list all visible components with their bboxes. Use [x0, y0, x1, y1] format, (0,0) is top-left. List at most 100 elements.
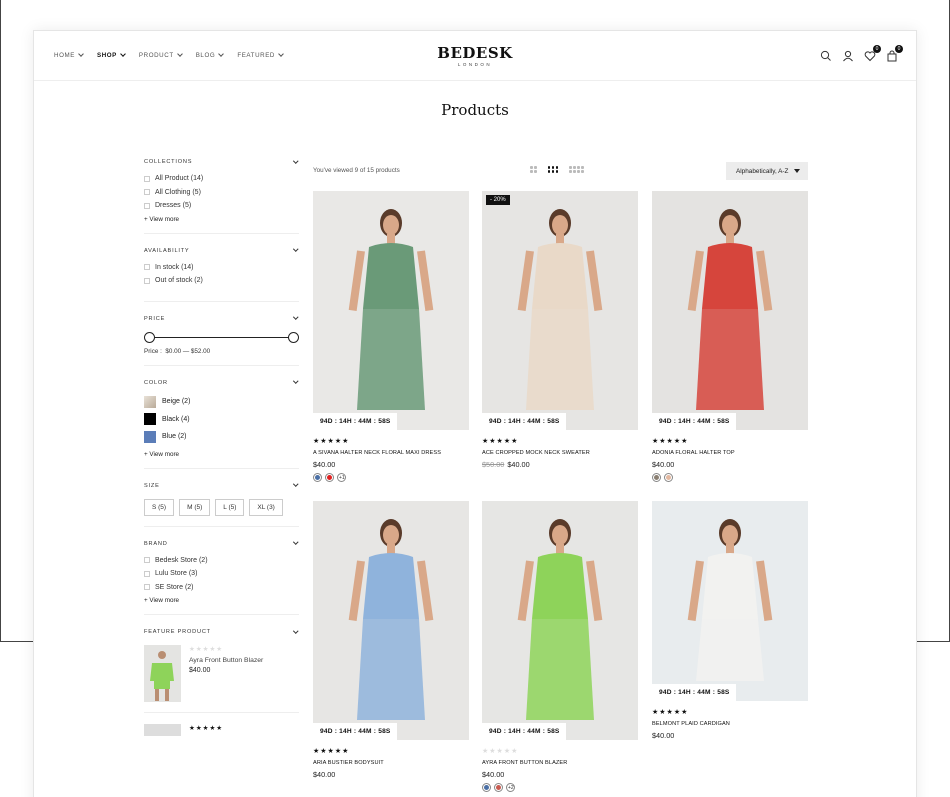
- countdown-timer: 94D : 14H : 44M : 58S: [652, 684, 736, 701]
- bag-icon[interactable]: 0: [886, 45, 903, 62]
- filter-option[interactable]: Bedesk Store (2): [144, 557, 299, 564]
- product-card[interactable]: 94D : 14H : 44M : 58S ★★★★★ ADONIA FLORAL …: [652, 191, 808, 482]
- size-button[interactable]: S (5): [144, 498, 175, 516]
- color-swatch[interactable]: [325, 473, 334, 482]
- filter-collections: COLLECTIONS All Product (14) All Clothin…: [144, 158, 299, 234]
- checkbox[interactable]: [144, 264, 150, 270]
- filter-option[interactable]: Dresses (5): [144, 202, 299, 209]
- filter-option[interactable]: Out of stock (2): [144, 277, 299, 284]
- color-option-beige[interactable]: Beige (2): [144, 395, 299, 408]
- price-slider[interactable]: [144, 331, 299, 344]
- filter-title: COLOR: [144, 379, 168, 386]
- product-name[interactable]: AYRA FRONT BUTTON BLAZER: [482, 760, 638, 766]
- product-image[interactable]: 94D : 14H : 44M : 58S: [652, 501, 808, 701]
- filter-option[interactable]: All Clothing (5): [144, 189, 299, 196]
- checkbox[interactable]: [144, 202, 150, 209]
- price-label: Price :: [144, 347, 162, 355]
- color-swatch[interactable]: [664, 473, 673, 482]
- product-image[interactable]: 94D : 14H : 44M : 58S: [652, 191, 808, 430]
- sort-select[interactable]: Alphabetically, A-Z: [726, 162, 808, 180]
- checkbox[interactable]: [144, 584, 150, 590]
- checkbox[interactable]: [144, 189, 150, 195]
- product-card[interactable]: 94D : 14H : 44M : 58S ★★★★★ A SIVANA HALTE…: [313, 191, 469, 482]
- size-button[interactable]: L (5): [215, 498, 245, 516]
- filter-color: COLOR Beige (2) Black (4) Blue (2) + Vie…: [144, 378, 299, 469]
- feature-product-image[interactable]: [144, 724, 181, 736]
- view-more-link[interactable]: + View more: [144, 216, 299, 223]
- view-more-link[interactable]: + View more: [144, 451, 299, 458]
- logo[interactable]: BEDESK LONDON: [34, 45, 916, 67]
- option-label: All Product (14): [155, 175, 204, 182]
- product-price: $40.00: [652, 460, 808, 469]
- slider-max-handle[interactable]: [288, 331, 299, 343]
- color-option-black[interactable]: Black (4): [144, 413, 299, 425]
- slider-min-handle[interactable]: [144, 331, 155, 343]
- product-card[interactable]: 94D : 14H : 44M : 58S ★★★★★ BELMONT PLAID …: [652, 501, 808, 740]
- rating-stars: ★★★★★: [189, 725, 224, 732]
- product-card[interactable]: 94D : 14H : 44M : 58S ★★★★★ AYRA FRONT BUT…: [482, 501, 638, 792]
- option-label: Dresses (5): [155, 202, 192, 209]
- filter-title: BRAND: [144, 540, 168, 547]
- product-name[interactable]: ADONIA FLORAL HALTER TOP: [652, 450, 808, 456]
- checkbox[interactable]: [144, 557, 150, 563]
- filter-feature-header[interactable]: FEATURE PRODUCT: [144, 628, 299, 635]
- product-name[interactable]: BELMONT PLAID CARDIGAN: [652, 721, 808, 727]
- model-photo: [482, 501, 638, 740]
- option-label: All Clothing (5): [155, 188, 201, 196]
- more-colors[interactable]: +1: [337, 473, 346, 482]
- product-image[interactable]: - 20% 94D : 14H : 44M : 58S: [482, 191, 638, 430]
- color-swatch[interactable]: [144, 413, 156, 425]
- logo-text: BEDESK: [437, 44, 513, 62]
- checkbox[interactable]: [144, 277, 150, 284]
- rating-stars: ★★★★★: [482, 438, 519, 445]
- feature-product-item[interactable]: ★★★★★: [144, 724, 299, 736]
- filter-option[interactable]: Lulu Store (3): [144, 570, 299, 577]
- product-price: $40.00: [313, 460, 469, 469]
- filter-size-header[interactable]: SIZE: [144, 481, 299, 489]
- more-colors[interactable]: +2: [506, 783, 515, 792]
- feature-product-image[interactable]: [144, 645, 181, 702]
- grid-4-icon[interactable]: [569, 166, 584, 173]
- filter-price-header[interactable]: PRICE: [144, 314, 299, 322]
- feature-product-item[interactable]: ★★★★★ Ayra Front Button Blazer $40.00: [144, 645, 299, 702]
- filter-collections-header[interactable]: COLLECTIONS: [144, 158, 299, 165]
- filter-brand-header[interactable]: BRAND: [144, 539, 299, 547]
- filter-color-header[interactable]: COLOR: [144, 378, 299, 386]
- size-button[interactable]: XL (3): [249, 498, 283, 516]
- color-swatch[interactable]: [482, 783, 491, 792]
- chevron-down-icon: [292, 246, 298, 252]
- color-swatch[interactable]: [652, 473, 661, 482]
- user-icon[interactable]: [842, 49, 854, 62]
- search-icon[interactable]: [820, 49, 832, 61]
- filter-option[interactable]: SE Store (2): [144, 584, 299, 591]
- rating-stars: ★★★★★: [189, 646, 224, 653]
- product-card[interactable]: 94D : 14H : 44M : 58S ★★★★★ ARIA BUSTIER B…: [313, 501, 469, 779]
- option-label: Bedesk Store (2): [155, 556, 208, 564]
- product-image[interactable]: 94D : 14H : 44M : 58S: [482, 501, 638, 740]
- product-name[interactable]: ACE CROPPED MOCK NECK SWEATER: [482, 450, 638, 456]
- checkbox[interactable]: [144, 570, 150, 577]
- product-name[interactable]: A SIVANA HALTER NECK FLORAL MAXI DRESS: [313, 450, 469, 456]
- filter-option[interactable]: In stock (14): [144, 264, 299, 271]
- feature-product-name[interactable]: Ayra Front Button Blazer: [189, 657, 263, 664]
- product-card[interactable]: - 20% 94D : 14H : 44M : 58S ★★★★★ ACE CROPP…: [482, 191, 638, 469]
- option-label: Black (4): [162, 415, 190, 423]
- filter-title: FEATURE PRODUCT: [144, 629, 211, 635]
- size-button[interactable]: M (5): [179, 498, 211, 516]
- filter-option[interactable]: All Product (14): [144, 175, 299, 182]
- color-swatch[interactable]: [144, 395, 156, 408]
- grid-2-icon[interactable]: [530, 166, 537, 173]
- color-swatch[interactable]: [144, 430, 156, 443]
- product-name[interactable]: ARIA BUSTIER BODYSUIT: [313, 760, 469, 766]
- color-swatch[interactable]: [494, 783, 503, 792]
- view-more-link[interactable]: + View more: [144, 597, 299, 604]
- heart-icon[interactable]: 0: [864, 45, 881, 62]
- filter-availability-header[interactable]: AVAILABILITY: [144, 246, 299, 254]
- checkbox[interactable]: [144, 175, 150, 182]
- product-image[interactable]: 94D : 14H : 44M : 58S: [313, 191, 469, 430]
- product-image[interactable]: 94D : 14H : 44M : 58S: [313, 501, 469, 740]
- color-option-blue[interactable]: Blue (2): [144, 430, 299, 443]
- grid-3-icon[interactable]: [547, 166, 558, 173]
- color-swatch[interactable]: [313, 473, 322, 482]
- current-price: $40.00: [652, 460, 675, 469]
